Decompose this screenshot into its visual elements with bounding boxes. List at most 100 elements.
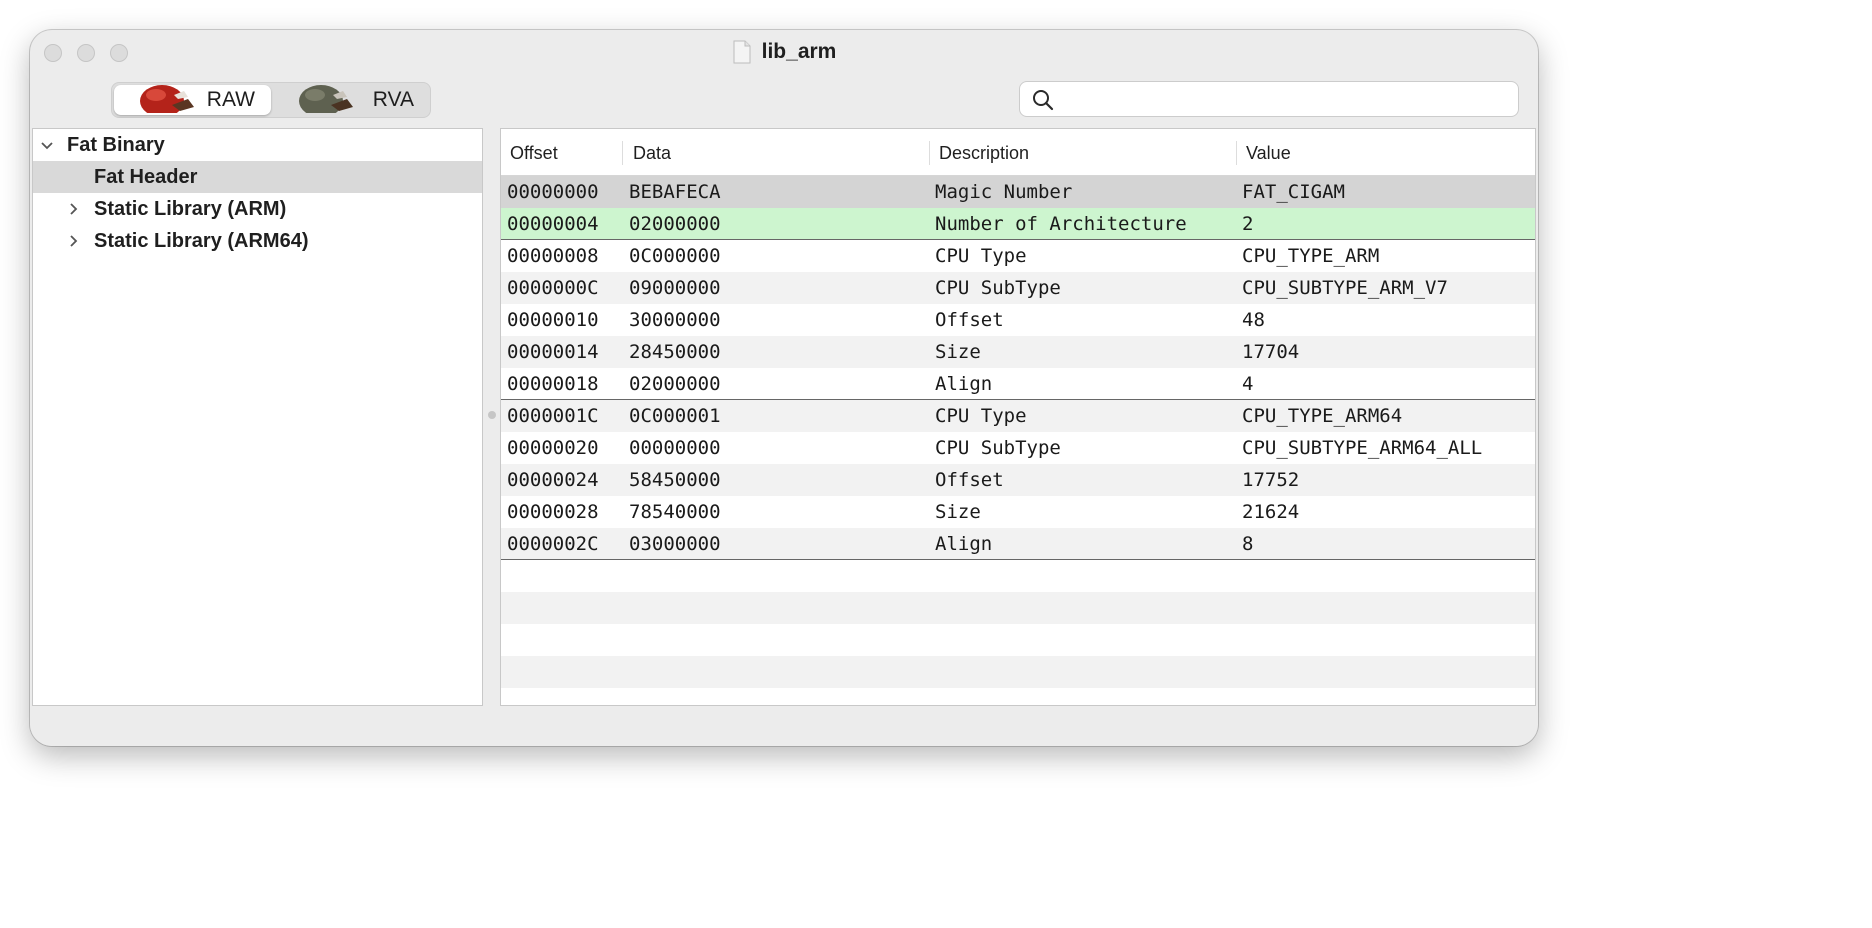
cell-description: CPU SubType (935, 437, 1061, 459)
cell-data: 03000000 (629, 533, 721, 555)
cell-value: CPU_TYPE_ARM (1242, 245, 1380, 267)
table-row[interactable]: 0000002C 03000000 Align 8 (501, 528, 1535, 560)
cell-offset: 00000014 (507, 341, 599, 363)
table-row[interactable]: 00000008 0C000000 CPU Type CPU_TYPE_ARM (501, 240, 1535, 272)
mode-segmented-control[interactable]: RAW RVA (111, 82, 431, 118)
cell-offset: 0000001C (507, 405, 599, 427)
table-row[interactable]: 00000028 78540000 Size 21624 (501, 496, 1535, 528)
raw-logo-icon (140, 85, 194, 113)
data-table: Offset Data Description Value 00000000 B… (500, 128, 1536, 706)
cell-value: CPU_SUBTYPE_ARM64_ALL (1242, 437, 1483, 459)
cell-value: CPU_TYPE_ARM64 (1242, 405, 1403, 427)
chevron-right-icon[interactable] (65, 233, 81, 249)
table-row[interactable]: 00000004 02000000 Number of Architecture… (501, 208, 1535, 240)
cell-value: 4 (1242, 373, 1254, 395)
tree-item-label: Fat Header (94, 165, 198, 188)
chevron-down-icon[interactable] (39, 138, 55, 154)
cell-data: 78540000 (629, 501, 721, 523)
split-view-divider[interactable] (483, 128, 499, 706)
cell-description: Size (935, 341, 981, 363)
cell-description: CPU Type (935, 405, 1027, 427)
search-input[interactable] (1064, 86, 1508, 114)
table-header: Offset Data Description Value (501, 129, 1535, 176)
empty-row (501, 560, 1535, 592)
cell-data: 0C000001 (629, 405, 721, 427)
cell-data: 09000000 (629, 277, 721, 299)
table-row[interactable]: 00000020 00000000 CPU SubType CPU_SUBTYP… (501, 432, 1535, 464)
table-row[interactable]: 00000018 02000000 Align 4 (501, 368, 1535, 400)
rva-mode-button[interactable]: RVA (273, 83, 430, 117)
cell-description: Align (935, 373, 993, 395)
cell-description: Offset (935, 309, 1004, 331)
search-icon (1033, 90, 1054, 111)
rva-mode-label: RVA (372, 88, 414, 111)
table-body: 00000000 BEBAFECA Magic Number FAT_CIGAM… (501, 176, 1535, 705)
table-row[interactable]: 00000014 28450000 Size 17704 (501, 336, 1535, 368)
cell-value: 17704 (1242, 341, 1300, 363)
cell-offset: 0000002C (507, 533, 599, 555)
column-header-value[interactable]: Value (1246, 143, 1291, 164)
table-row[interactable]: 0000000C 09000000 CPU SubType CPU_SUBTYP… (501, 272, 1535, 304)
cell-offset: 00000018 (507, 373, 599, 395)
table-row[interactable]: 00000024 58450000 Offset 17752 (501, 464, 1535, 496)
cell-value: 48 (1242, 309, 1265, 331)
cell-data: 58450000 (629, 469, 721, 491)
column-divider[interactable] (622, 141, 623, 165)
cell-description: Align (935, 533, 993, 555)
search-field[interactable] (1019, 81, 1519, 117)
raw-mode-button[interactable]: RAW (114, 85, 271, 115)
cell-value: 2 (1242, 213, 1254, 235)
title-bar: lib_arm (30, 30, 1538, 78)
tree-item-fat-header[interactable]: Fat Header (33, 161, 482, 193)
tree-item-static-library-arm[interactable]: Static Library (ARM) (33, 193, 482, 225)
cell-data: 02000000 (629, 373, 721, 395)
structure-tree: Fat Binary Fat Header Static Library (AR… (32, 128, 483, 706)
table-row[interactable]: 0000001C 0C000001 CPU Type CPU_TYPE_ARM6… (501, 400, 1535, 432)
cell-value: 8 (1242, 533, 1254, 555)
column-header-data[interactable]: Data (633, 143, 671, 164)
cell-offset: 00000008 (507, 245, 599, 267)
cell-offset: 00000010 (507, 309, 599, 331)
cell-offset: 00000024 (507, 469, 599, 491)
cell-data: 28450000 (629, 341, 721, 363)
cell-data: 30000000 (629, 309, 721, 331)
tree-item-static-library-arm64[interactable]: Static Library (ARM64) (33, 225, 482, 257)
cell-offset: 00000004 (507, 213, 599, 235)
tree-item-label: Fat Binary (67, 133, 165, 156)
cell-value: FAT_CIGAM (1242, 181, 1345, 203)
column-divider[interactable] (1236, 141, 1237, 165)
cell-value: 17752 (1242, 469, 1300, 491)
empty-row (501, 592, 1535, 624)
column-divider[interactable] (929, 141, 930, 165)
cell-description: Number of Architecture (935, 213, 1187, 235)
empty-row (501, 656, 1535, 688)
empty-row (501, 624, 1535, 656)
divider-handle[interactable] (488, 411, 496, 419)
tree-item-fat-binary[interactable]: Fat Binary (33, 129, 482, 161)
cell-description: CPU Type (935, 245, 1027, 267)
table-row[interactable]: 00000000 BEBAFECA Magic Number FAT_CIGAM (501, 176, 1535, 208)
cell-value: 21624 (1242, 501, 1300, 523)
cell-data: BEBAFECA (629, 181, 721, 203)
status-bar (30, 706, 1538, 746)
raw-mode-label: RAW (206, 88, 255, 111)
cell-offset: 00000000 (507, 181, 599, 203)
cell-value: CPU_SUBTYPE_ARM_V7 (1242, 277, 1448, 299)
cell-offset: 00000020 (507, 437, 599, 459)
main-window: lib_arm RAW RVA Fat Binary Fat Header St… (30, 30, 1538, 746)
column-header-offset[interactable]: Offset (510, 143, 558, 164)
cell-offset: 00000028 (507, 501, 599, 523)
tree-item-label: Static Library (ARM) (94, 197, 287, 220)
window-title: lib_arm (761, 40, 837, 63)
column-header-description[interactable]: Description (939, 143, 1029, 164)
cell-description: Magic Number (935, 181, 1073, 203)
document-icon (732, 40, 752, 64)
tree-item-label: Static Library (ARM64) (94, 229, 309, 252)
rva-logo-icon (299, 85, 353, 113)
cell-description: CPU SubType (935, 277, 1061, 299)
cell-data: 0C000000 (629, 245, 721, 267)
cell-data: 00000000 (629, 437, 721, 459)
cell-offset: 0000000C (507, 277, 599, 299)
chevron-right-icon[interactable] (65, 201, 81, 217)
table-row[interactable]: 00000010 30000000 Offset 48 (501, 304, 1535, 336)
